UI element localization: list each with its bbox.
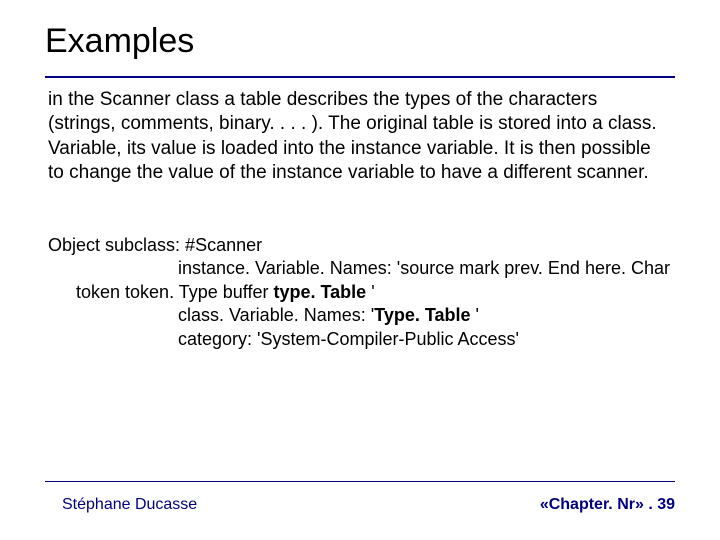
slide: Examples in the Scanner class a table de… [0, 0, 720, 540]
code-line-3: token token. Type buffer type. Table ' [48, 281, 678, 304]
code-line-3a: token token. Type buffer [76, 282, 273, 302]
code-line-4a: class. Variable. Names: ' [178, 305, 374, 325]
code-line-4c: ' [476, 305, 479, 325]
code-line-3b: type. Table [273, 282, 371, 302]
slide-title: Examples [45, 22, 194, 61]
footer-rule [45, 481, 675, 482]
code-line-4b: Type. Table [374, 305, 475, 325]
title-underline [45, 76, 675, 78]
code-line-2: instance. Variable. Names: 'source mark … [48, 257, 678, 280]
code-block: Object subclass: #Scanner instance. Vari… [48, 234, 678, 351]
footer-page: «Chapter. Nr» . 39 [540, 496, 675, 514]
code-line-1: Object subclass: #Scanner [48, 234, 678, 257]
code-line-4: class. Variable. Names: 'Type. Table ' [48, 304, 678, 327]
code-line-5: category: 'System-Compiler-Public Access… [48, 328, 678, 351]
body-paragraph: in the Scanner class a table describes t… [48, 88, 668, 185]
code-line-3c: ' [371, 282, 374, 302]
footer-author: Stéphane Ducasse [62, 496, 197, 514]
